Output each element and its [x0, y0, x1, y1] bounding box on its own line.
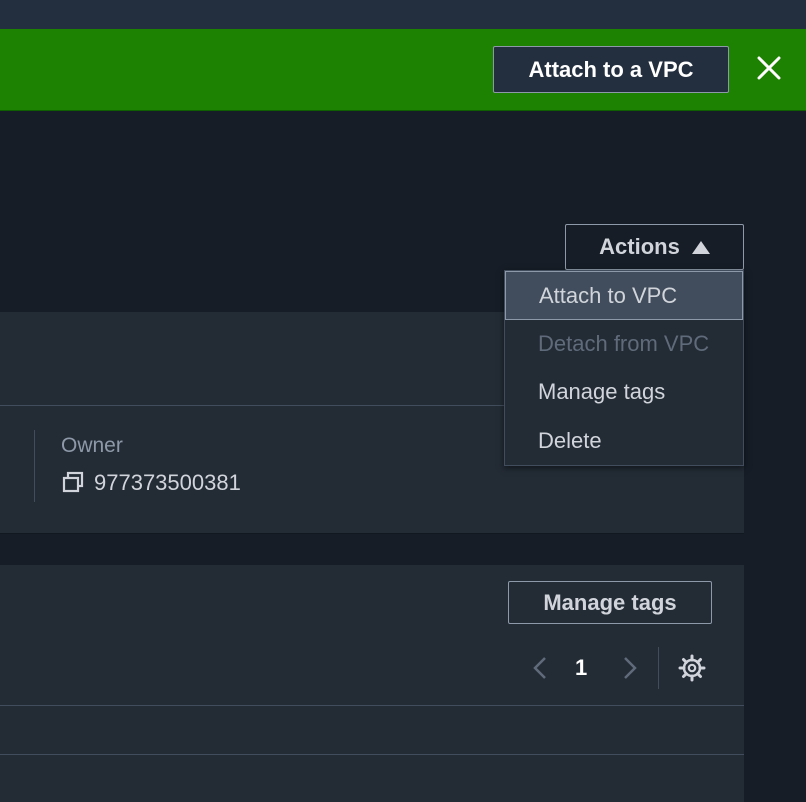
- actions-dropdown-button[interactable]: Actions: [565, 224, 744, 270]
- top-navigation-bar: [0, 0, 806, 29]
- column-divider: [34, 430, 35, 502]
- copy-icon[interactable]: [61, 470, 85, 494]
- chevron-left-icon[interactable]: [530, 654, 550, 682]
- caret-up-icon: [691, 240, 710, 254]
- close-icon[interactable]: [754, 53, 784, 83]
- menu-item-manage-tags[interactable]: Manage tags: [505, 368, 743, 416]
- chevron-right-icon[interactable]: [620, 654, 640, 682]
- menu-item-delete[interactable]: Delete: [505, 417, 743, 465]
- actions-dropdown-menu: Attach to VPC Detach from VPC Manage tag…: [504, 270, 744, 466]
- current-page-number[interactable]: 1: [575, 655, 587, 681]
- attach-to-vpc-button[interactable]: Attach to a VPC: [493, 46, 729, 93]
- actions-label: Actions: [599, 234, 680, 259]
- table-row-divider: [0, 754, 744, 755]
- owner-value: 977373500381: [94, 470, 241, 495]
- manage-tags-button[interactable]: Manage tags: [508, 581, 712, 624]
- owner-label: Owner: [61, 434, 123, 457]
- table-header-divider: [0, 705, 744, 706]
- gear-icon[interactable]: [678, 654, 706, 682]
- menu-item-attach-to-vpc[interactable]: Attach to VPC: [505, 271, 743, 320]
- success-flash-banner: Attach to a VPC: [0, 29, 806, 111]
- menu-item-detach-from-vpc: Detach from VPC: [538, 331, 710, 356]
- pager-divider: [658, 647, 659, 689]
